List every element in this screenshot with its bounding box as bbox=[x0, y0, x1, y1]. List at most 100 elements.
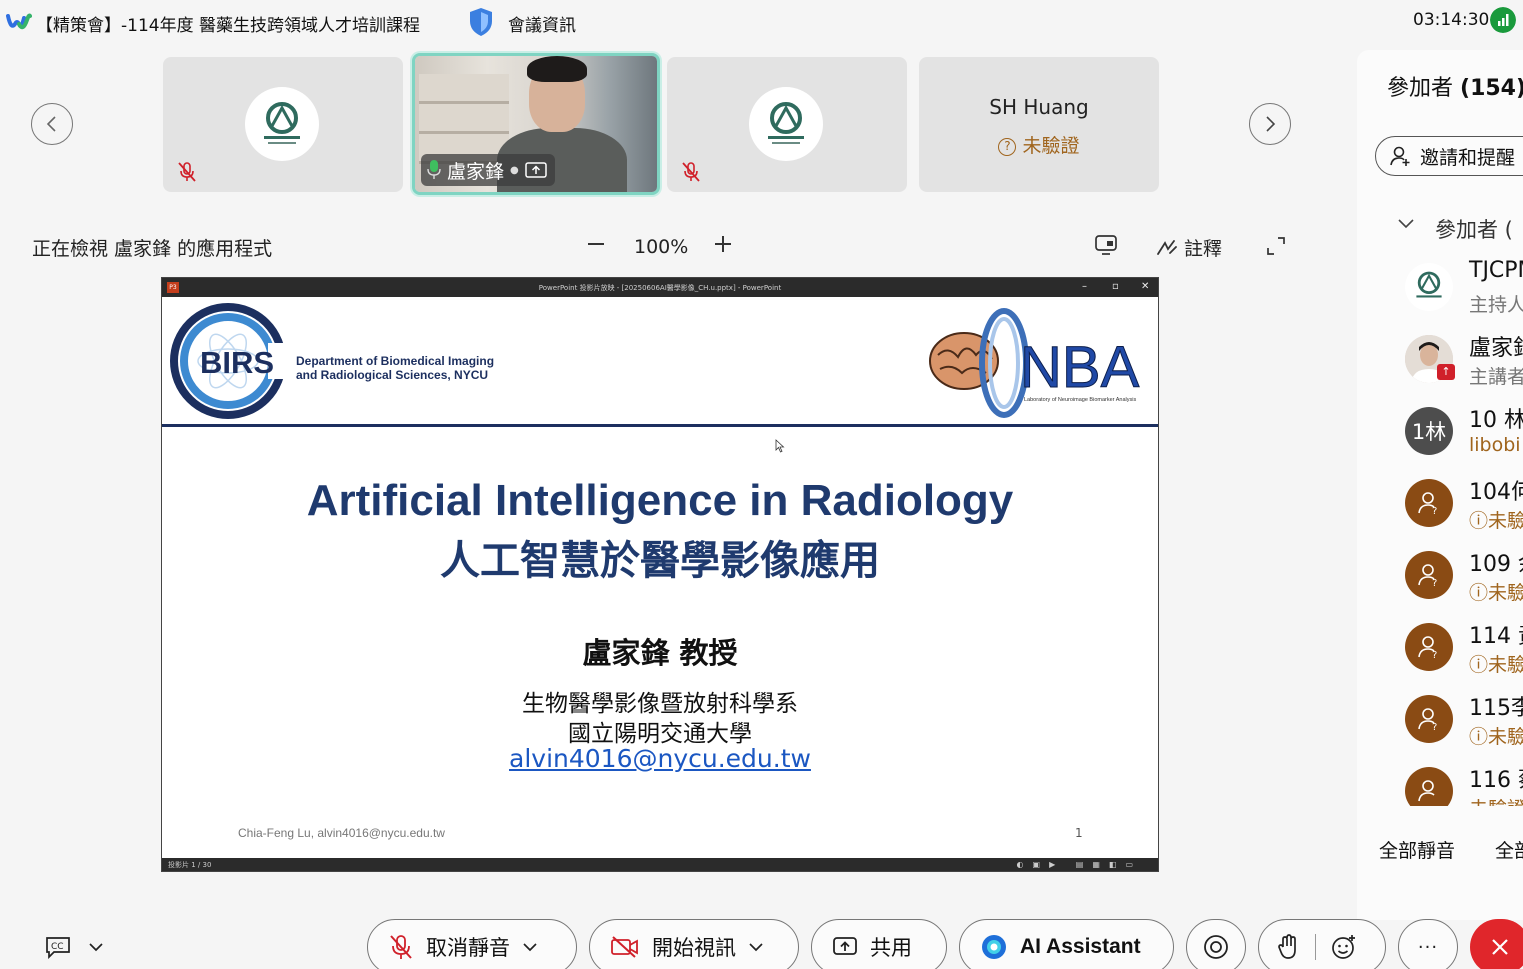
participant-row[interactable]: 1林 10 林 libobi bbox=[1357, 402, 1523, 474]
slide-header: BIRS Department of Biomedical Imaging an… bbox=[162, 297, 1158, 427]
chevron-right-icon bbox=[1266, 116, 1276, 132]
nba-lab-logo: NBA Laboratory of Neuroimage Biomarker A… bbox=[929, 308, 1140, 418]
previous-page-button[interactable] bbox=[31, 103, 73, 145]
zoom-out-button[interactable] bbox=[584, 232, 608, 256]
unmute-button[interactable]: 取消靜音 bbox=[367, 919, 577, 969]
svg-text:?: ? bbox=[1432, 722, 1437, 733]
start-video-button[interactable]: 開始視訊 bbox=[589, 919, 799, 969]
reactions-button[interactable] bbox=[1258, 919, 1386, 969]
participant-row[interactable]: TJCPM 主持人 bbox=[1357, 258, 1523, 330]
chevron-down-icon[interactable] bbox=[522, 941, 538, 953]
slide-email-link[interactable]: alvin4016@nycu.edu.tw bbox=[162, 744, 1158, 773]
participant-name: 盧家鋒 bbox=[1469, 336, 1523, 361]
zoom-in-button[interactable] bbox=[711, 232, 735, 256]
chevron-left-icon bbox=[46, 116, 56, 132]
network-signal-icon[interactable] bbox=[1490, 7, 1516, 33]
invite-and-remind-button[interactable]: 邀請和提醒 bbox=[1375, 136, 1523, 176]
closed-captions-button[interactable]: CC bbox=[44, 935, 104, 959]
participant-row[interactable]: ↑ 盧家鋒 主講者 bbox=[1357, 330, 1523, 402]
participant-name: 116 蔡 bbox=[1469, 768, 1523, 793]
svg-text:CC: CC bbox=[51, 942, 64, 952]
share-button[interactable]: 共用 bbox=[811, 919, 947, 969]
participants-title-label: 參加者 bbox=[1387, 76, 1454, 101]
leave-meeting-button[interactable] bbox=[1470, 919, 1523, 969]
maximize-icon[interactable]: ▫ bbox=[1112, 281, 1119, 292]
svg-text:?: ? bbox=[1432, 650, 1437, 661]
start-video-label: 開始視訊 bbox=[652, 936, 736, 960]
participant-row[interactable]: ? 109 余 ⓘ未驗證 bbox=[1357, 546, 1523, 618]
add-person-icon bbox=[1390, 146, 1410, 166]
annotate-label: 註釋 bbox=[1184, 238, 1223, 260]
participants-section-header[interactable]: 參加者 ( bbox=[1435, 214, 1513, 244]
slideshow-controls[interactable]: ◐▣▶ ▤▦◧▭ bbox=[1017, 860, 1142, 869]
ai-assistant-icon bbox=[982, 935, 1006, 959]
shared-screen[interactable]: P3 PowerPoint 投影片放映 - [20250606AI醫學影像_CH… bbox=[161, 277, 1159, 872]
participant-name: 115李 bbox=[1469, 696, 1523, 721]
annotate-button[interactable]: 註釋 bbox=[1156, 234, 1222, 261]
mute-all-button[interactable]: 全部靜音 bbox=[1379, 836, 1455, 863]
microphone-muted-icon bbox=[682, 162, 700, 182]
more-options-button[interactable]: ··· bbox=[1398, 919, 1458, 969]
ai-assistant-button[interactable]: AI Assistant bbox=[959, 919, 1174, 969]
zoom-level[interactable]: 100% bbox=[634, 236, 688, 258]
participant-name: SH Huang bbox=[989, 95, 1089, 119]
participant-row[interactable]: ? 104何 ⓘ未驗證 bbox=[1357, 474, 1523, 546]
slide-title-english: Artificial Intelligence in Radiology bbox=[306, 476, 1014, 525]
more-icon: ··· bbox=[1417, 936, 1439, 958]
slide-footer: Chia-Feng Lu, alvin4016@nycu.edu.tw bbox=[238, 826, 445, 840]
participant-status: ⓘ未驗證 bbox=[1469, 578, 1523, 605]
unverified-label: 未驗證 bbox=[1488, 510, 1523, 532]
participant-row[interactable]: ? 115李 ⓘ未驗證 bbox=[1357, 690, 1523, 762]
participant-row[interactable]: ? 114 黃 ⓘ未驗證 bbox=[1357, 618, 1523, 690]
closed-captions-icon: CC bbox=[46, 937, 70, 959]
view-options-icon[interactable] bbox=[1094, 234, 1118, 256]
microphone-muted-icon bbox=[178, 162, 196, 182]
video-off-icon bbox=[611, 936, 638, 958]
microphone-active-icon bbox=[427, 160, 441, 179]
participant-status: ⓘ未驗證 bbox=[1469, 722, 1523, 749]
department-name: Department of Biomedical Imaging and Rad… bbox=[296, 354, 494, 382]
next-page-button[interactable] bbox=[1249, 103, 1291, 145]
video-tile-speaker[interactable]: 盧家鋒 ● bbox=[412, 53, 660, 195]
svg-text:?: ? bbox=[1432, 506, 1437, 517]
participant-email: libobi bbox=[1469, 434, 1521, 456]
powerpoint-status-bar: 投影片 1 / 30 ◐▣▶ ▤▦◧▭ bbox=[162, 858, 1158, 871]
unverified-badge: ? 未驗證 bbox=[919, 131, 1159, 158]
record-button[interactable] bbox=[1186, 919, 1246, 969]
avatar: 1林 bbox=[1405, 407, 1453, 455]
pen-annotate-icon bbox=[1157, 239, 1177, 255]
department-line-2: and Radiological Sciences, NYCU bbox=[296, 368, 489, 382]
participant-name: 109 余 bbox=[1469, 552, 1523, 577]
participant-row[interactable]: 116 蔡 未驗證 bbox=[1357, 762, 1523, 806]
meeting-clock: 03:14:30 bbox=[1413, 10, 1490, 30]
raise-hand-icon bbox=[1278, 934, 1296, 959]
person-avatar-icon: ? bbox=[1405, 623, 1453, 671]
powerpoint-titlebar: P3 PowerPoint 投影片放映 - [20250606AI醫學影像_CH… bbox=[162, 278, 1158, 297]
shield-icon[interactable] bbox=[468, 7, 494, 37]
meeting-info-link[interactable]: 會議資訊 bbox=[508, 11, 576, 36]
fullscreen-icon[interactable] bbox=[1266, 236, 1286, 256]
svg-text:Laboratory of Neuroimage Bioma: Laboratory of Neuroimage Biomarker Analy… bbox=[1024, 397, 1136, 403]
tjcpm-logo-icon bbox=[749, 87, 823, 161]
close-icon[interactable]: ✕ bbox=[1141, 281, 1149, 292]
video-tile-1[interactable] bbox=[163, 57, 403, 192]
participant-status: ⓘ未驗證 bbox=[1469, 506, 1523, 533]
chevron-down-icon[interactable] bbox=[748, 941, 764, 953]
question-circle-icon: ⓘ bbox=[1469, 726, 1489, 748]
unverified-label: 未驗證 bbox=[1488, 654, 1523, 676]
powerpoint-window-title: PowerPoint 投影片放映 - [20250606AI醫學影像_CH.u.… bbox=[538, 283, 782, 292]
svg-text:NBA: NBA bbox=[1020, 335, 1140, 400]
chevron-down-icon[interactable] bbox=[1397, 216, 1415, 232]
slide-department: 生物醫學影像暨放射科學系 bbox=[522, 691, 798, 717]
speaker-name: 盧家鋒 bbox=[447, 160, 505, 183]
person-avatar-icon bbox=[1405, 767, 1453, 806]
unverified-label: 未驗證 bbox=[1022, 135, 1080, 157]
speaker-name-label: 盧家鋒 ● bbox=[421, 154, 555, 186]
video-tile-3[interactable] bbox=[667, 57, 907, 192]
viewing-app-label: 正在檢視 盧家鋒 的應用程式 bbox=[32, 238, 273, 260]
participant-name: 114 黃 bbox=[1469, 624, 1523, 649]
minimize-icon[interactable]: – bbox=[1082, 281, 1087, 292]
unmute-all-button[interactable]: 全部 bbox=[1495, 836, 1523, 863]
person-avatar-icon: ? bbox=[1405, 479, 1453, 527]
video-tile-sh-huang[interactable]: SH Huang ? 未驗證 bbox=[919, 57, 1159, 192]
